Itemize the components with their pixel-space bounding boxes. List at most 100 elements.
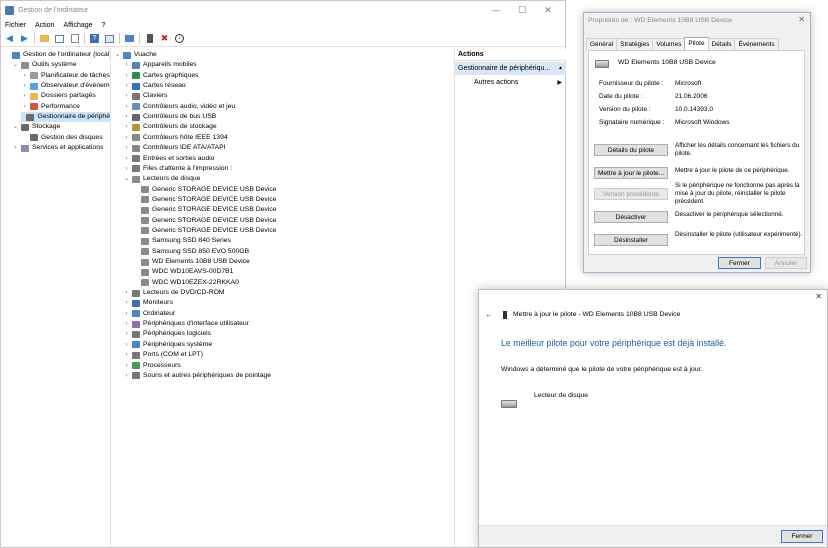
- device-tree-item[interactable]: WDC WD10EAVS-00D7B1: [132, 267, 233, 277]
- expand-chevron-icon[interactable]: ›: [123, 288, 130, 298]
- expand-chevron-icon[interactable]: ›: [123, 60, 130, 70]
- nav-tree-item[interactable]: › Planificateur de tâches: [21, 71, 110, 81]
- device-tree-item[interactable]: Generic STORAGE DEVICE USB Device: [132, 185, 277, 195]
- device-tree-item[interactable]: › Périphériques d'interface utilisateur: [123, 319, 249, 329]
- expand-chevron-icon[interactable]: ›: [21, 81, 28, 91]
- expand-chevron-icon[interactable]: ›: [21, 91, 28, 101]
- expand-chevron-icon[interactable]: ›: [123, 122, 130, 132]
- expand-chevron-icon[interactable]: ›: [21, 102, 28, 112]
- forward-arrow-icon[interactable]: ▶: [19, 33, 30, 44]
- minimize-button[interactable]: —: [483, 1, 509, 19]
- expand-chevron-icon[interactable]: ›: [12, 143, 19, 153]
- help-icon[interactable]: ?: [89, 33, 100, 44]
- device-tree-item[interactable]: › Souris et autres périphériques de point…: [123, 371, 271, 381]
- menu-affichage[interactable]: Affichage: [63, 22, 92, 29]
- device-tree-item[interactable]: WD Elements 10B8 USB Device: [132, 257, 250, 267]
- device-tree-item[interactable]: › Ports (COM et LPT): [123, 350, 203, 360]
- nav-tree-item[interactable]: › Performance: [21, 102, 80, 112]
- expand-chevron-icon[interactable]: ›: [123, 91, 130, 101]
- expand-chevron-icon[interactable]: ›: [123, 319, 130, 329]
- properties-close-icon[interactable]: ✕: [798, 15, 805, 24]
- menu-action[interactable]: Action: [35, 22, 54, 29]
- nav-tree-item[interactable]: Gestion de l'ordinateur (local): [3, 50, 110, 60]
- expand-chevron-icon[interactable]: ›: [123, 81, 130, 91]
- device-tree-item[interactable]: › Périphériques système: [123, 340, 212, 350]
- tab-strategies[interactable]: Stratégies: [616, 38, 654, 50]
- expand-chevron-icon[interactable]: ›: [21, 71, 28, 81]
- expand-chevron-icon[interactable]: ›: [123, 71, 130, 81]
- collapse-chevron-icon[interactable]: ⌄: [12, 60, 19, 70]
- device-tree-item[interactable]: › Lecteurs de DVD/CD-ROM: [123, 288, 225, 298]
- device-tree-item[interactable]: › Moniteurs: [123, 298, 173, 308]
- show-hide-tree-icon[interactable]: [54, 33, 65, 44]
- grid-view-icon[interactable]: [104, 33, 115, 44]
- device-tree-item[interactable]: › Contrôleurs de bus USB: [123, 112, 216, 122]
- maximize-button[interactable]: ☐: [509, 1, 535, 19]
- properties-cancel-button[interactable]: Annuler: [765, 257, 807, 269]
- tab-volumes[interactable]: Volumes: [652, 38, 686, 50]
- device-tree-item[interactable]: Generic STORAGE DEVICE USB Device: [132, 216, 277, 226]
- collapse-chevron-icon[interactable]: ⌄: [114, 50, 121, 60]
- device-tree-item[interactable]: › Périphériques logiciels: [123, 329, 211, 339]
- device-tree-item[interactable]: › Processeurs: [123, 361, 181, 371]
- expand-chevron-icon[interactable]: ›: [123, 309, 130, 319]
- expand-chevron-icon[interactable]: ›: [123, 102, 130, 112]
- device-tree-item[interactable]: ⌄ Lecteurs de disque: [123, 174, 200, 184]
- menu-fichier[interactable]: Fichier: [5, 22, 26, 29]
- device-tree-item[interactable]: › Contrôleurs IDE ATA/ATAPI: [123, 143, 226, 153]
- uninstall-device-button[interactable]: Désinstaller: [594, 234, 668, 246]
- nav-tree-item[interactable]: › Dossiers partagés: [21, 91, 96, 101]
- nav-tree-item[interactable]: Gestionnaire de périphé: [21, 112, 110, 123]
- expand-chevron-icon[interactable]: ›: [123, 350, 130, 360]
- expand-chevron-icon[interactable]: ›: [123, 143, 130, 153]
- update-dialog-close-button[interactable]: Fermer: [781, 530, 823, 543]
- expand-chevron-icon[interactable]: ›: [123, 329, 130, 339]
- device-tree-item[interactable]: Samsung SSD 850 EVO 500GB: [132, 247, 249, 257]
- rollback-driver-button[interactable]: Version précédente: [594, 188, 668, 200]
- expand-chevron-icon[interactable]: ›: [123, 133, 130, 143]
- collapse-chevron-icon[interactable]: ⌄: [123, 174, 130, 184]
- disable-device-button[interactable]: Désactiver: [594, 211, 668, 223]
- device-tree-item[interactable]: › Files d'attente à l'impression :: [123, 164, 232, 174]
- expand-chevron-icon[interactable]: ›: [123, 361, 130, 371]
- expand-chevron-icon[interactable]: ›: [123, 154, 130, 164]
- tab-general[interactable]: Général: [586, 38, 618, 50]
- device-tree-item[interactable]: › Contrôleurs audio, vidéo et jeu: [123, 102, 235, 112]
- back-arrow-icon[interactable]: ←: [485, 310, 493, 319]
- device-tree-item[interactable]: Samsung SSD 840 Series: [132, 236, 231, 246]
- driver-details-button[interactable]: Détails du pilote: [594, 144, 668, 156]
- device-tree-item[interactable]: › Appareils mobiles: [123, 60, 197, 70]
- expand-chevron-icon[interactable]: ›: [123, 340, 130, 350]
- collapse-arrow-icon[interactable]: ▲: [558, 62, 563, 75]
- uninstall-red-x-icon[interactable]: ✖: [159, 33, 170, 44]
- monitor-icon[interactable]: [124, 33, 135, 44]
- expand-chevron-icon[interactable]: ›: [123, 112, 130, 122]
- update-driver-icon[interactable]: [144, 33, 155, 44]
- device-tree-item[interactable]: Generic STORAGE DEVICE USB Device: [132, 226, 277, 236]
- device-tree-item[interactable]: WDC WD10EZEX-22RKKA0: [132, 278, 239, 288]
- device-tree-item[interactable]: Generic STORAGE DEVICE USB Device: [132, 205, 277, 215]
- expand-chevron-icon[interactable]: ›: [123, 298, 130, 308]
- expand-chevron-icon[interactable]: ›: [123, 164, 130, 174]
- scan-hardware-icon[interactable]: ↓: [174, 33, 185, 44]
- properties-icon[interactable]: [69, 33, 80, 44]
- device-tree-item[interactable]: › Ordinateur: [123, 309, 175, 319]
- update-driver-button[interactable]: Mettre à jour le pilote...: [594, 167, 668, 179]
- update-dialog-close-icon[interactable]: ✕: [815, 292, 822, 301]
- up-folder-icon[interactable]: [39, 33, 50, 44]
- menu-help[interactable]: ?: [102, 22, 106, 29]
- nav-tree-item[interactable]: Gestion des disques: [21, 133, 103, 143]
- device-tree-item[interactable]: › Contrôleurs hôte IEEE 1394: [123, 133, 228, 143]
- device-tree-item[interactable]: Generic STORAGE DEVICE USB Device: [132, 195, 277, 205]
- expand-chevron-icon[interactable]: ›: [123, 371, 130, 381]
- device-tree-item[interactable]: › Claviers: [123, 91, 168, 101]
- back-arrow-icon[interactable]: ◀: [4, 33, 15, 44]
- actions-section-device-manager[interactable]: Gestionnaire de périphériqu... ▲: [455, 62, 566, 75]
- properties-close-button[interactable]: Fermer: [718, 257, 761, 269]
- collapse-chevron-icon[interactable]: ⌄: [12, 122, 19, 132]
- close-button[interactable]: ✕: [535, 1, 561, 19]
- nav-tree-item[interactable]: › Services et applications: [12, 143, 103, 153]
- tab-pilote[interactable]: Pilote: [684, 37, 709, 50]
- nav-tree-item[interactable]: ⌄ Outils système: [12, 60, 77, 70]
- nav-tree-item[interactable]: › Observateur d'événeme: [21, 81, 110, 91]
